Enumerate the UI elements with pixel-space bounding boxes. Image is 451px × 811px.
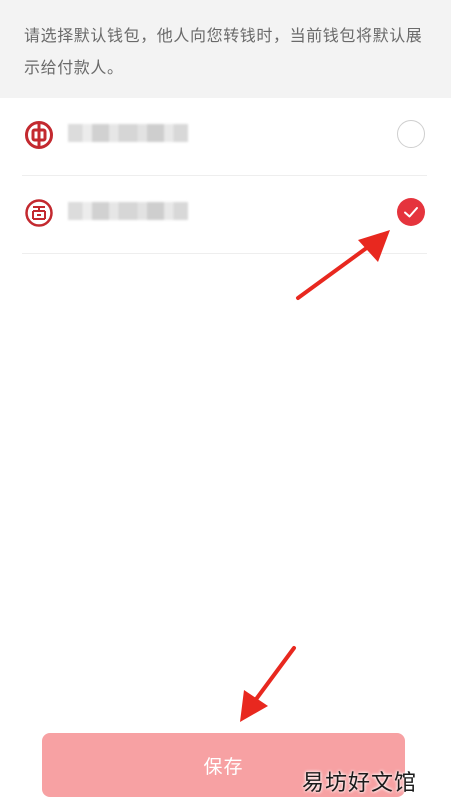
watermark-text: 易坊好文馆 xyxy=(302,771,418,796)
wallet-item-bank-of-china[interactable] xyxy=(22,98,427,176)
wallet-item-icbc[interactable] xyxy=(22,176,427,254)
notice-text: 请选择默认钱包，他人向您转钱时，当前钱包将默认展示给付款人。 xyxy=(24,26,423,77)
radio-unchecked-icon[interactable] xyxy=(397,120,425,148)
annotation-arrow-to-save xyxy=(240,646,296,722)
radio-checked-icon[interactable] xyxy=(397,198,425,226)
default-wallet-notice: 请选择默认钱包，他人向您转钱时，当前钱包将默认展示给付款人。 xyxy=(0,0,451,98)
icbc-icon xyxy=(24,198,54,228)
wallet-name-masked xyxy=(68,202,188,220)
wallet-name-masked xyxy=(68,124,188,142)
bank-of-china-icon xyxy=(24,120,54,150)
wallet-list xyxy=(0,98,451,254)
